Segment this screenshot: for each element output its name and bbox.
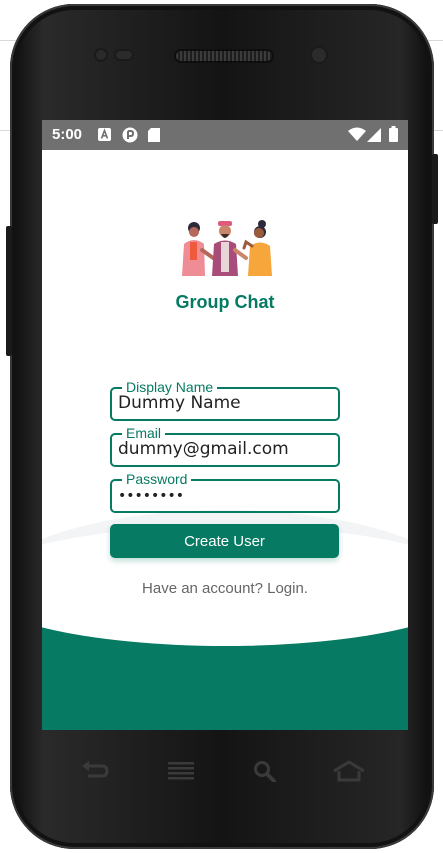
- sd-card-icon: [148, 128, 160, 142]
- status-bar: 5:00: [42, 120, 408, 150]
- create-user-button[interactable]: Create User: [110, 524, 339, 558]
- password-value: ••••••••: [118, 488, 185, 504]
- display-name-field[interactable]: Display Name Dummy Name: [110, 379, 340, 421]
- status-time: 5:00: [52, 126, 83, 143]
- login-screen: Group Chat Display Name Dummy Name Email…: [42, 150, 408, 730]
- search-icon[interactable]: [252, 760, 278, 782]
- notification-a-icon: [98, 128, 111, 141]
- earpiece-speaker: [176, 51, 272, 61]
- back-icon[interactable]: [80, 760, 110, 780]
- home-icon[interactable]: [332, 760, 366, 782]
- proximity-sensor-icon: [114, 49, 134, 61]
- device-screen: 5:00 Group Chat Display Name Dummy Name …: [42, 120, 408, 730]
- sensor-icon: [94, 48, 108, 62]
- login-link[interactable]: Have an account? Login.: [42, 580, 408, 597]
- power-button: [432, 154, 438, 224]
- display-name-value: Dummy Name: [118, 393, 241, 413]
- password-label: Password: [122, 471, 192, 487]
- notification-app-icon: [122, 127, 138, 143]
- device-frame: 5:00 Group Chat Display Name Dummy Name …: [6, 4, 438, 849]
- password-field[interactable]: Password ••••••••: [110, 471, 340, 513]
- email-value: dummy@gmail.com: [118, 439, 289, 459]
- volume-button: [6, 226, 12, 356]
- battery-icon: [389, 126, 398, 142]
- email-field[interactable]: Email dummy@gmail.com: [110, 425, 340, 467]
- app-title: Group Chat: [175, 292, 275, 312]
- menu-icon[interactable]: [166, 760, 196, 780]
- wifi-icon: [348, 127, 366, 141]
- front-camera-icon: [310, 46, 328, 64]
- group-people-illustration: [182, 220, 272, 276]
- signal-icon: [367, 128, 381, 142]
